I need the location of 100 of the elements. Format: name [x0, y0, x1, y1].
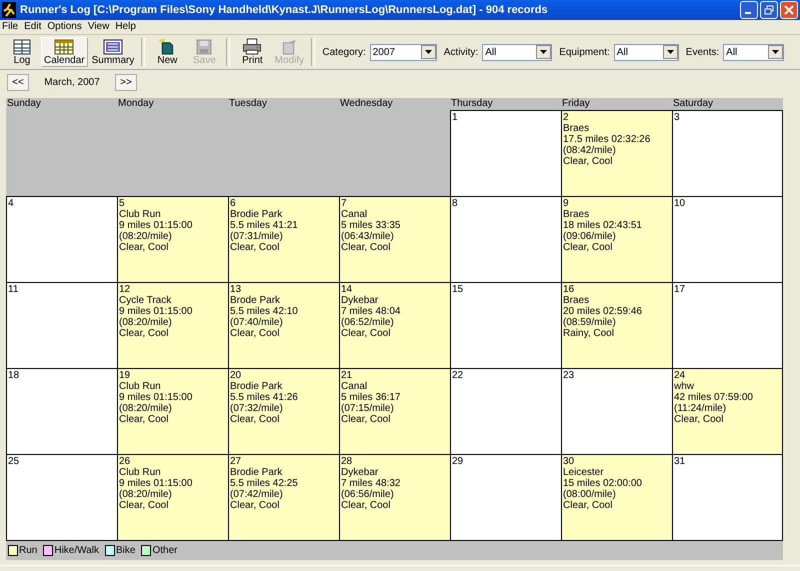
day-cell[interactable]: 26 Club Run 9 miles 01:15:00 (08:20/mile) Clear, Cool	[117, 454, 228, 540]
day-cell[interactable]: 9 Braes 18 miles 02:43:51 (09:06/mile) Clear, Cool	[561, 196, 672, 282]
entry-text: Cycle Track	[119, 295, 172, 306]
calendar-icon	[54, 39, 74, 55]
menu-item[interactable]: View	[86, 20, 114, 34]
entry-text: 42 miles 07:59:00	[674, 392, 754, 403]
minimize-button[interactable]	[740, 1, 758, 19]
day-cell[interactable]: 29	[450, 454, 561, 540]
day-cell[interactable]: 24 whw 42 miles 07:59:00 (11:24/mile) Clear, Cool	[672, 368, 783, 454]
restore-icon	[764, 5, 774, 15]
menu-item[interactable]: File	[1, 20, 24, 34]
close-button[interactable]	[780, 1, 798, 19]
day-number: 6	[230, 198, 237, 209]
day-number: 15	[452, 284, 464, 295]
day-cell[interactable]: 19 Club Run 9 miles 01:15:00 (08:20/mile) Clear, Cool	[117, 368, 228, 454]
restore-button[interactable]	[760, 1, 778, 19]
day-cell[interactable]: 30 Leicester 15 miles 02:00:00 (08:00/mile) Clear, Cool	[561, 454, 672, 540]
previous-month-button[interactable]: <<	[7, 74, 29, 90]
filter-dropdown[interactable]: All	[614, 44, 679, 60]
summary-button[interactable]: Summary	[88, 37, 138, 67]
entry-text: Clear, Cool	[230, 242, 280, 253]
day-cell[interactable]: 21 Canal 5 miles 36:17 (07:15/mile) Clear, Cool	[339, 368, 450, 454]
weekday-header: Saturday	[672, 98, 714, 110]
entry-text: (09:06/mile)	[563, 231, 617, 242]
entry-text: 5.5 miles 42:10	[230, 306, 299, 317]
entry-text: Braes	[563, 123, 590, 134]
filter-dropdown[interactable]: 2007	[370, 44, 437, 60]
entry-text: Club Run	[119, 467, 162, 478]
day-number: 4	[8, 198, 15, 209]
print-button[interactable]: Print	[234, 37, 270, 67]
day-cell[interactable]: 23	[561, 368, 672, 454]
entry-text: Brode Park	[230, 295, 282, 306]
day-cell[interactable]: 5 Club Run 9 miles 01:15:00 (08:20/mile) Clear, Cool	[117, 196, 228, 282]
entry-text: (07:32/mile)	[230, 403, 284, 414]
new-button[interactable]: New	[149, 37, 186, 67]
calendar-button[interactable]: Calendar	[41, 37, 88, 67]
menu-item[interactable]: Help	[114, 20, 141, 34]
day-cell[interactable]: 6 Brodie Park 5.5 miles 41:21 (07:31/mile) Clear, Cool	[228, 196, 339, 282]
entry-text: 18 miles 02:43:51	[563, 220, 643, 231]
table-icon	[102, 39, 123, 55]
day-cell[interactable]: 10	[672, 196, 783, 282]
day-number: 1	[452, 112, 459, 123]
entry-text: Clear, Cool	[230, 500, 280, 511]
day-cell[interactable]: 14 Dykebar 7 miles 48:04 (06:52/mile) Clear, Cool	[339, 282, 450, 368]
day-cell[interactable]: 1	[450, 110, 561, 196]
filter-dropdown[interactable]: All	[482, 44, 552, 60]
menu-item[interactable]: Edit	[23, 20, 46, 34]
next-month-button[interactable]: >>	[115, 74, 137, 90]
day-cell[interactable]: 31	[672, 454, 783, 540]
day-cell[interactable]: 3	[672, 110, 783, 196]
day-cell[interactable]: 20 Brodie Park 5.5 miles 41:26 (07:32/mile) Clear, Cool	[228, 368, 339, 454]
day-cell[interactable]: 18	[6, 368, 117, 454]
entry-text: 20 miles 02:59:46	[563, 306, 643, 317]
entry-text: 9 miles 01:15:00	[119, 220, 194, 231]
day-number: 29	[452, 456, 464, 467]
day-cell[interactable]: 22	[450, 368, 561, 454]
day-cell[interactable]: 28 Dykebar 7 miles 48:32 (06:56/mile) Clear, Cool	[339, 454, 450, 540]
day-number: 14	[341, 284, 354, 295]
entry-text: (08:42/mile)	[563, 145, 617, 156]
entry-text: Dykebar	[341, 295, 380, 306]
entry-text: 9 miles 01:15:00	[119, 306, 194, 317]
day-cell[interactable]: 2 Braes 17.5 miles 02:32:26 (08:42/mile) Clear, Cool	[561, 110, 672, 196]
day-cell[interactable]: 16 Braes 20 miles 02:59:46 (08:59/mile) Rainy, Cool	[561, 282, 672, 368]
log-button[interactable]: Log	[4, 37, 40, 67]
weekday-header: Friday	[561, 98, 591, 110]
day-number: 20	[230, 370, 242, 381]
legend-label: Hike/Walk	[54, 545, 99, 556]
entry-text: (06:56/mile)	[341, 489, 395, 500]
filter-dropdown[interactable]: All	[723, 44, 784, 60]
day-cell[interactable]: 27 Brodie Park 5.5 miles 42:25 (07:42/mile) Clear, Cool	[228, 454, 339, 540]
entry-text: Clear, Cool	[674, 414, 724, 425]
day-cell[interactable]: 12 Cycle Track 9 miles 01:15:00 (08:20/mile) Clear, Cool	[117, 282, 228, 368]
weekday-header: Sunday	[6, 98, 42, 110]
day-cell[interactable]: 4	[6, 196, 117, 282]
day-cell[interactable]: 11	[6, 282, 117, 368]
day-cell[interactable]: 13 Brode Park 5.5 miles 42:10 (07:40/mile) Clear, Cool	[228, 282, 339, 368]
day-number: 27	[230, 456, 242, 467]
entry-text: Clear, Cool	[230, 328, 280, 339]
day-cell[interactable]: 8	[450, 196, 561, 282]
entry-text: 9 miles 01:15:00	[119, 478, 194, 489]
entry-text: 5 miles 36:17	[341, 392, 402, 403]
day-cell[interactable]: 7 Canal 5 miles 33:35 (06:43/mile) Clear, Cool	[339, 196, 450, 282]
day-cell[interactable]: 25	[6, 454, 117, 540]
day-cell[interactable]: 15	[450, 282, 561, 368]
list-icon	[13, 39, 31, 55]
entry-text: 5.5 miles 42:25	[230, 478, 299, 489]
menu-item[interactable]: Options	[46, 20, 87, 34]
day-cell[interactable]: 17	[672, 282, 783, 368]
entry-text: (07:40/mile)	[230, 317, 284, 328]
filter-label: Events:	[686, 46, 720, 58]
entry-text: Leicester	[563, 467, 605, 478]
window-title: Runner's Log [C:\Program Files\Sony Handheld\Kynast.J\RunnersLog\RunnersLog.dat] - 904 records	[20, 4, 549, 16]
day-number: 30	[563, 456, 576, 467]
entry-text: Brodie Park	[230, 381, 284, 392]
entry-text: (07:42/mile)	[230, 489, 284, 500]
day-number: 23	[563, 370, 576, 381]
weekday-header: Wednesday	[339, 98, 394, 110]
day-number: 11	[8, 284, 20, 295]
filter-label: Category:	[322, 46, 366, 58]
entry-text: Brodie Park	[230, 467, 284, 478]
